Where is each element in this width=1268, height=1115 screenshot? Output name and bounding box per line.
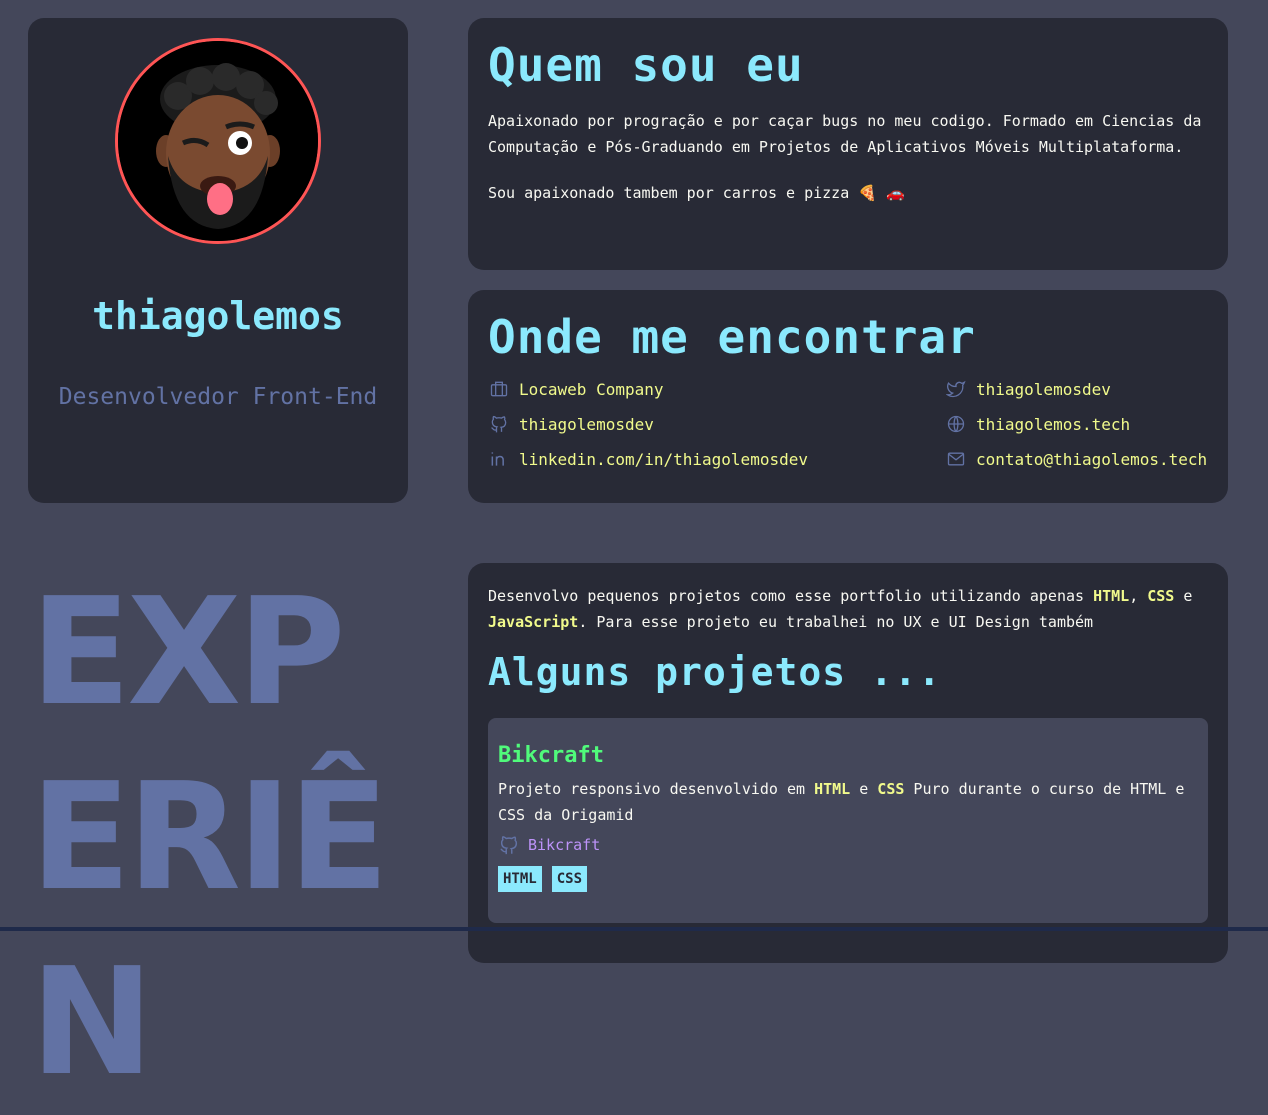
link-twitter[interactable]: thiagolemosdev bbox=[945, 378, 1111, 400]
github-icon bbox=[500, 836, 518, 855]
profile-card: thiagolemos Desenvolvedor Front-End bbox=[28, 18, 408, 503]
project-tags: HTML CSS bbox=[498, 866, 1198, 892]
project-title: Bikcraft bbox=[498, 743, 604, 768]
memoji-avatar-icon bbox=[118, 41, 318, 241]
about-title: Quem sou eu bbox=[488, 38, 804, 92]
link-website[interactable]: thiagolemos.tech bbox=[945, 413, 1130, 435]
experience-heading: EXPERIÊN bbox=[30, 566, 389, 1108]
projects-intro: Desenvolvo pequenos projetos como esse p… bbox=[488, 587, 1193, 631]
project-card: Bikcraft Projeto responsivo desenvolvido… bbox=[488, 718, 1208, 923]
project-repo-link[interactable]: Bikcraft bbox=[498, 834, 1198, 856]
briefcase-icon bbox=[488, 378, 510, 400]
link-github[interactable]: thiagolemosdev bbox=[488, 413, 654, 435]
tag-html: HTML bbox=[498, 866, 542, 892]
link-email[interactable]: contato@thiagolemos.tech bbox=[945, 448, 1207, 470]
projects-card: Desenvolvo pequenos projetos como esse p… bbox=[468, 563, 1228, 963]
twitter-icon bbox=[945, 378, 967, 400]
link-linkedin[interactable]: linkedin.com/in/thiagolemosdev bbox=[488, 448, 808, 470]
username: thiagolemos bbox=[92, 294, 344, 338]
globe-icon bbox=[945, 413, 967, 435]
about-paragraph: Apaixonado por progração e por caçar bug… bbox=[488, 112, 1202, 156]
github-icon bbox=[488, 413, 510, 435]
about-card: Quem sou eu Apaixonado por progração e p… bbox=[468, 18, 1228, 270]
mail-icon bbox=[945, 448, 967, 470]
contact-title: Onde me encontrar bbox=[488, 310, 976, 364]
linkedin-icon bbox=[488, 448, 510, 470]
bottom-bar bbox=[0, 927, 1268, 931]
about-hobbies: Sou apaixonado tambem por carros e pizza… bbox=[488, 184, 905, 202]
project-description: Projeto responsivo desenvolvido em HTML … bbox=[498, 780, 1185, 824]
tag-css: CSS bbox=[551, 866, 588, 892]
projects-title: Alguns projetos ... bbox=[488, 650, 942, 694]
avatar bbox=[115, 38, 321, 244]
role-title: Desenvolvedor Front-End bbox=[58, 384, 378, 410]
link-company[interactable]: Locaweb Company bbox=[488, 378, 664, 400]
contact-card: Onde me encontrar Locaweb Company thiago… bbox=[468, 290, 1228, 503]
